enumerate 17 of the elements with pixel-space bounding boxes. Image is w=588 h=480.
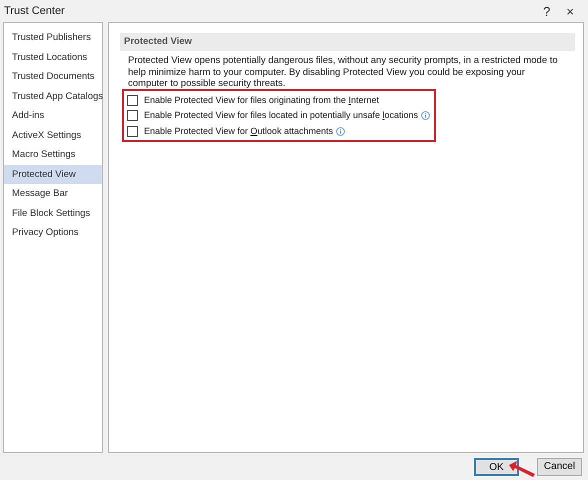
option-label: Enable Protected View for Outlook attachments — [144, 124, 333, 138]
checkbox[interactable] — [127, 126, 138, 137]
section-heading: Protected View — [120, 33, 575, 52]
checkbox[interactable] — [127, 94, 138, 106]
help-button[interactable]: ? — [535, 4, 558, 18]
window-title: Trust Center — [4, 4, 65, 19]
sidebar-item[interactable]: Protected View — [4, 164, 102, 184]
info-icon[interactable] — [421, 111, 430, 120]
description-text: Protected View opens potentially dangerous files, without any security prompts, in a restricted mode to help minimize harm to your computer. By disabling Protected View you could be exposing your computer to possible security threats. — [127, 54, 559, 90]
option-label: Enable Protected View for files located in potentially unsafe locations — [144, 109, 418, 122]
dialog-button[interactable]: Cancel — [537, 458, 582, 476]
checkbox[interactable] — [127, 110, 138, 122]
arrow-icon — [508, 460, 536, 478]
option-label: Enable Protected View for files originating from the Internet — [144, 94, 379, 107]
dialog-button[interactable]: OK — [474, 458, 519, 476]
info-icon[interactable] — [336, 126, 345, 136]
close-button[interactable]: × — [558, 4, 582, 18]
